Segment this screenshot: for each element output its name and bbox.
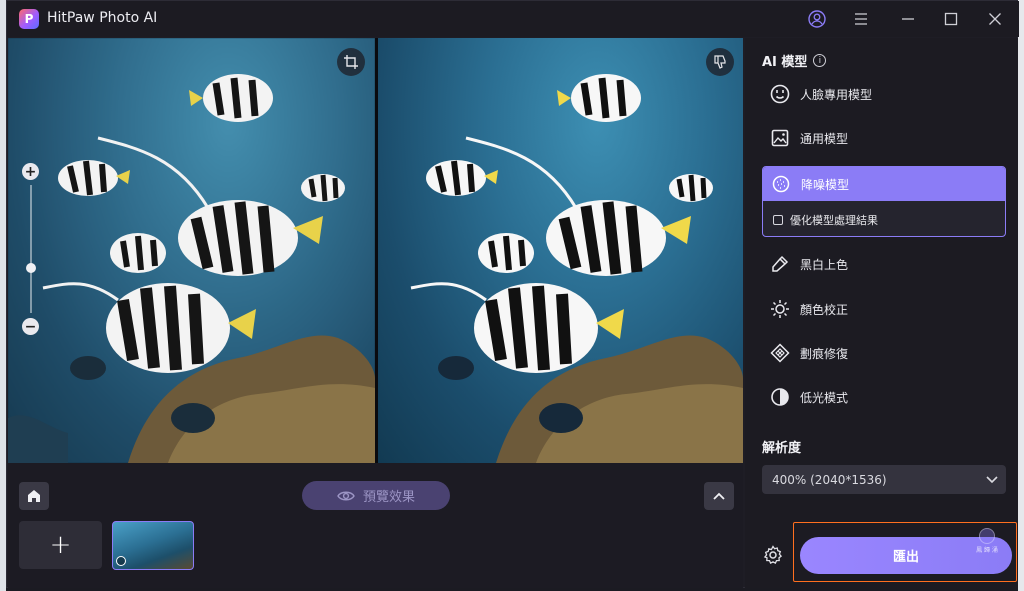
- home-icon: [28, 490, 40, 502]
- image-thumbnail[interactable]: [112, 521, 194, 570]
- model-low-light[interactable]: 低光模式: [762, 379, 1006, 415]
- watermark-text: 鳳 歸 涌: [976, 547, 998, 554]
- model-scratch-repair[interactable]: 劃痕修復: [762, 335, 1006, 371]
- app-logo-icon: P: [19, 9, 39, 29]
- minimize-icon[interactable]: [896, 7, 920, 31]
- chevron-up-icon: [713, 492, 725, 500]
- watermark-circle-icon: [979, 528, 995, 544]
- optimize-label: 優化模型處理結果: [790, 214, 878, 227]
- model-label: 劃痕修復: [800, 346, 849, 361]
- ai-model-title: AI 模型: [762, 55, 808, 70]
- feedback-button[interactable]: [706, 48, 734, 76]
- export-label: 匯出: [892, 550, 919, 565]
- zoom-thumb[interactable]: [26, 263, 36, 274]
- crop-button[interactable]: [337, 48, 365, 76]
- zoom-slider[interactable]: + −: [21, 163, 41, 335]
- model-label: 顏色校正: [800, 302, 849, 317]
- settings-button[interactable]: [762, 544, 784, 566]
- resolution-select[interactable]: 400% (2040*1536): [762, 465, 1006, 494]
- menu-icon[interactable]: [849, 7, 873, 31]
- thumbnail-status-icon: [116, 556, 126, 566]
- model-label: 低光模式: [800, 390, 849, 405]
- zoom-track[interactable]: [30, 185, 32, 313]
- maximize-icon[interactable]: [939, 7, 963, 31]
- original-image-pane[interactable]: [8, 38, 375, 463]
- optimize-result-option[interactable]: 優化模型處理結果: [773, 212, 878, 228]
- bottom-toolbar: 預覽效果 +: [8, 463, 743, 588]
- low-light-icon: [770, 387, 790, 407]
- fish-illustration-original: [8, 74, 375, 463]
- desktop-background-right: [1018, 0, 1024, 591]
- scratch-repair-icon: [770, 343, 790, 363]
- model-label: 降噪模型: [801, 177, 850, 192]
- resolution-value: 400% (2040*1536): [772, 472, 887, 487]
- model-denoise[interactable]: 降噪模型: [763, 167, 1005, 201]
- image-icon: [770, 128, 790, 148]
- resolution-title: 解析度: [762, 441, 802, 456]
- thumbs-down-icon: [714, 55, 726, 69]
- zoom-out-button[interactable]: −: [22, 318, 39, 335]
- model-face[interactable]: 人臉專用模型: [762, 76, 1006, 112]
- gear-icon: [763, 545, 783, 564]
- model-colorize[interactable]: 黑白上色: [762, 246, 1006, 282]
- model-label: 人臉專用模型: [800, 87, 873, 102]
- color-correct-icon: [770, 299, 790, 319]
- add-image-button[interactable]: +: [19, 521, 102, 569]
- home-button[interactable]: [19, 482, 49, 510]
- face-icon: [770, 84, 790, 104]
- watermark-logo: 鳳 歸 涌: [972, 528, 1002, 564]
- close-icon[interactable]: [983, 7, 1007, 31]
- model-label: 黑白上色: [800, 257, 849, 272]
- model-color-correct[interactable]: 顏色校正: [762, 291, 1006, 327]
- model-general[interactable]: 通用模型: [762, 120, 1006, 156]
- eye-icon: [337, 491, 355, 500]
- preview-effect-label: 預覽效果: [362, 490, 415, 505]
- ai-model-panel: AI 模型 i 人臉專用模型 通用模型 降噪模型 優化模型處理結果 黑白上色 顏…: [745, 38, 1018, 588]
- zoom-in-button[interactable]: +: [22, 163, 39, 180]
- fish-illustration-processed: [410, 74, 743, 463]
- denoise-icon: [771, 174, 791, 194]
- crop-icon: [344, 55, 358, 69]
- app-window: P HitPaw Photo AI + − 預覽效果 + AI 模型 i 人臉專…: [6, 0, 1019, 588]
- optimize-checkbox[interactable]: [773, 215, 783, 225]
- chevron-down-icon: [986, 473, 998, 487]
- collapse-button[interactable]: [704, 482, 734, 510]
- info-icon[interactable]: i: [813, 54, 827, 67]
- image-preview-area[interactable]: + −: [8, 38, 743, 463]
- app-title: HitPaw Photo AI: [47, 10, 158, 26]
- colorize-icon: [770, 254, 790, 274]
- preview-effect-button[interactable]: 預覽效果: [302, 481, 450, 510]
- model-label: 通用模型: [800, 131, 849, 146]
- model-denoise-selected[interactable]: 降噪模型 優化模型處理結果: [762, 166, 1006, 237]
- title-bar: P HitPaw Photo AI: [7, 1, 1019, 37]
- processed-image-pane[interactable]: [378, 38, 743, 463]
- ai-model-heading: AI 模型 i: [762, 51, 827, 70]
- user-icon[interactable]: [805, 7, 829, 31]
